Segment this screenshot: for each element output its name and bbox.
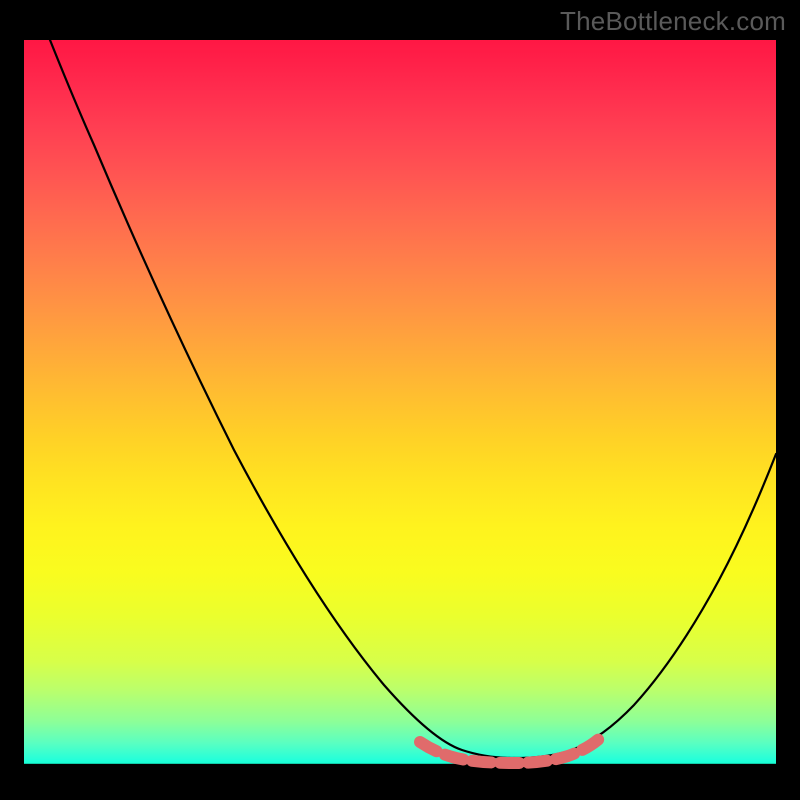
curve-layer [24, 40, 776, 780]
plot-area [24, 40, 776, 780]
bottleneck-curve-left [50, 40, 514, 758]
bottleneck-curve-right [514, 454, 776, 758]
watermark-text: TheBottleneck.com [560, 6, 786, 37]
chart-container: TheBottleneck.com [0, 0, 800, 800]
